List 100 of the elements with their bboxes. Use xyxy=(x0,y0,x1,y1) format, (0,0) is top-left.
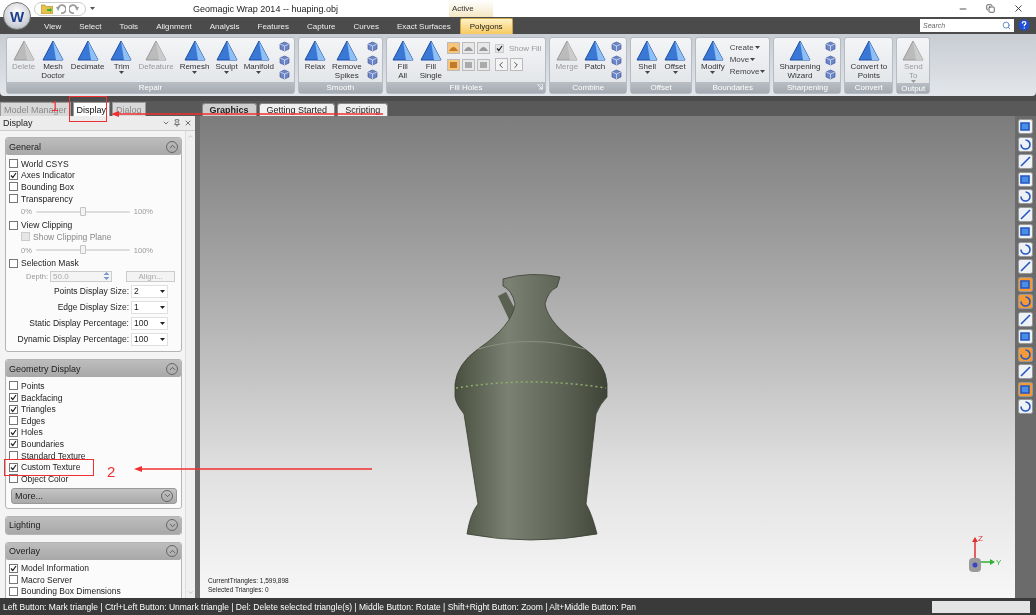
checkbox[interactable] xyxy=(9,416,18,426)
section-header[interactable]: Overlay xyxy=(6,542,181,560)
ribbon-button[interactable]: Patch xyxy=(583,40,608,71)
checkbox[interactable] xyxy=(9,182,18,192)
arch-icon[interactable] xyxy=(461,42,475,54)
view-tool-icon[interactable] xyxy=(1018,136,1033,152)
view-tool-icon[interactable] xyxy=(1018,381,1033,397)
section-header[interactable]: Geometry Display xyxy=(6,360,181,378)
section-header[interactable]: Lighting xyxy=(6,516,181,534)
ribbon-button[interactable]: Decimate xyxy=(69,40,106,71)
view-tool-icon[interactable] xyxy=(1018,259,1033,274)
view-tool-icon[interactable] xyxy=(1018,241,1033,257)
group-label: Offset xyxy=(650,83,672,92)
ribbon-button[interactable]: Convert to Points xyxy=(849,40,889,80)
checkbox[interactable] xyxy=(494,43,504,53)
next-button[interactable] xyxy=(509,58,523,71)
dropdown-icon[interactable] xyxy=(162,119,170,127)
block-icon[interactable] xyxy=(446,58,460,71)
checkbox[interactable] xyxy=(9,462,18,472)
close-icon[interactable] xyxy=(1013,3,1024,14)
panel-tab[interactable]: Display xyxy=(72,102,111,116)
view-tool-icon[interactable] xyxy=(1018,346,1033,362)
pin-icon[interactable] xyxy=(173,119,181,127)
ribbon-button[interactable]: Trim xyxy=(109,40,134,74)
arch-icon[interactable] xyxy=(446,42,460,54)
previous-button[interactable] xyxy=(494,58,508,71)
view-tool-icon[interactable] xyxy=(1018,364,1033,379)
dropdown-field[interactable]: 100 xyxy=(131,316,168,330)
undo-icon[interactable] xyxy=(56,3,66,14)
menu-tab[interactable]: Exact Surfaces xyxy=(387,18,460,34)
slider-thumb[interactable] xyxy=(79,206,86,216)
menu-tab[interactable]: Analysis xyxy=(200,18,249,34)
view-tool-icon[interactable] xyxy=(1018,119,1033,134)
ribbon-button[interactable]: Offset xyxy=(663,40,688,74)
menu-tab[interactable]: View xyxy=(35,18,71,34)
ribbon-button[interactable]: Mesh Doctor xyxy=(40,40,66,80)
menu-button[interactable]: Remove xyxy=(729,67,766,76)
checkbox[interactable] xyxy=(9,474,18,484)
pyramid-icon xyxy=(857,40,880,62)
view-tool-icon[interactable] xyxy=(1018,329,1033,344)
menu-tab[interactable]: Curves xyxy=(344,18,388,34)
checkbox[interactable] xyxy=(9,563,18,573)
ribbon-button[interactable]: Remesh xyxy=(178,40,211,74)
slider-thumb[interactable] xyxy=(79,245,86,255)
ribbon-button[interactable]: Fill Single xyxy=(418,40,443,80)
scroll-up-icon xyxy=(187,133,194,140)
scrollbar[interactable] xyxy=(185,131,195,598)
checkbox[interactable] xyxy=(9,393,18,403)
checkbox-label: Edges xyxy=(21,415,46,426)
menu-tab[interactable]: Features xyxy=(248,18,299,34)
view-tool-icon[interactable] xyxy=(1018,294,1033,309)
checkbox[interactable] xyxy=(9,451,18,460)
dropdown-field[interactable]: 1 xyxy=(131,300,168,314)
close-icon[interactable] xyxy=(184,119,192,127)
menu-tab[interactable]: Select xyxy=(70,18,111,34)
checkbox[interactable] xyxy=(9,575,18,585)
menu-button[interactable]: Move xyxy=(729,55,766,64)
section-header[interactable]: General xyxy=(6,138,181,155)
ribbon-button[interactable]: Remove Spikes xyxy=(330,40,363,80)
folder-icon[interactable] xyxy=(41,3,53,14)
checkbox[interactable] xyxy=(9,194,18,204)
axis-label: Z xyxy=(978,534,983,543)
checkbox[interactable] xyxy=(9,439,18,449)
checkbox[interactable] xyxy=(9,427,18,437)
ribbon-button[interactable]: Shell xyxy=(635,40,660,74)
view-tool-icon[interactable] xyxy=(1018,206,1033,222)
ribbon-button[interactable]: Manifold xyxy=(242,40,275,74)
dropdown-field[interactable]: 2 xyxy=(131,284,168,298)
menu-tab[interactable]: Tools xyxy=(110,18,148,34)
view-tool-icon[interactable] xyxy=(1018,154,1033,169)
checkbox[interactable] xyxy=(9,404,18,414)
menu-tab[interactable]: Capture xyxy=(298,18,345,34)
checkbox[interactable] xyxy=(9,170,18,180)
redo-icon[interactable] xyxy=(69,3,79,14)
menu-tab[interactable]: Polygons xyxy=(459,18,513,34)
checkbox[interactable] xyxy=(9,381,18,391)
checkbox[interactable] xyxy=(9,220,18,230)
checkbox-label: Holes xyxy=(21,427,43,438)
ribbon-button[interactable]: Modify xyxy=(700,40,726,74)
highlight-box xyxy=(69,96,107,122)
menu-button[interactable]: Create xyxy=(729,43,766,52)
caret-icon[interactable] xyxy=(90,7,95,10)
help-icon[interactable] xyxy=(1018,19,1030,31)
checkbox[interactable] xyxy=(9,258,18,268)
ribbon-button[interactable]: Sharpening Wizard xyxy=(778,40,822,80)
ribbon-button[interactable]: Relax xyxy=(302,40,327,71)
dropdown-field[interactable]: 100 xyxy=(131,332,168,346)
view-tool-icon[interactable] xyxy=(1018,399,1033,414)
more-button[interactable]: More... xyxy=(11,487,177,504)
view-tool-icon[interactable] xyxy=(1018,224,1033,239)
view-tool-icon[interactable] xyxy=(1018,189,1033,204)
menu-tab[interactable]: Alignment xyxy=(147,18,201,34)
checkbox[interactable] xyxy=(9,587,18,596)
view-tool-icon[interactable] xyxy=(1018,171,1033,187)
ribbon-button[interactable]: Sculpt xyxy=(214,40,239,74)
restore-icon[interactable] xyxy=(986,4,995,13)
view-tool-icon[interactable] xyxy=(1018,276,1033,292)
ribbon-button[interactable]: Fill All xyxy=(390,40,415,80)
checkbox[interactable] xyxy=(9,159,18,169)
view-tool-icon[interactable] xyxy=(1018,311,1033,327)
